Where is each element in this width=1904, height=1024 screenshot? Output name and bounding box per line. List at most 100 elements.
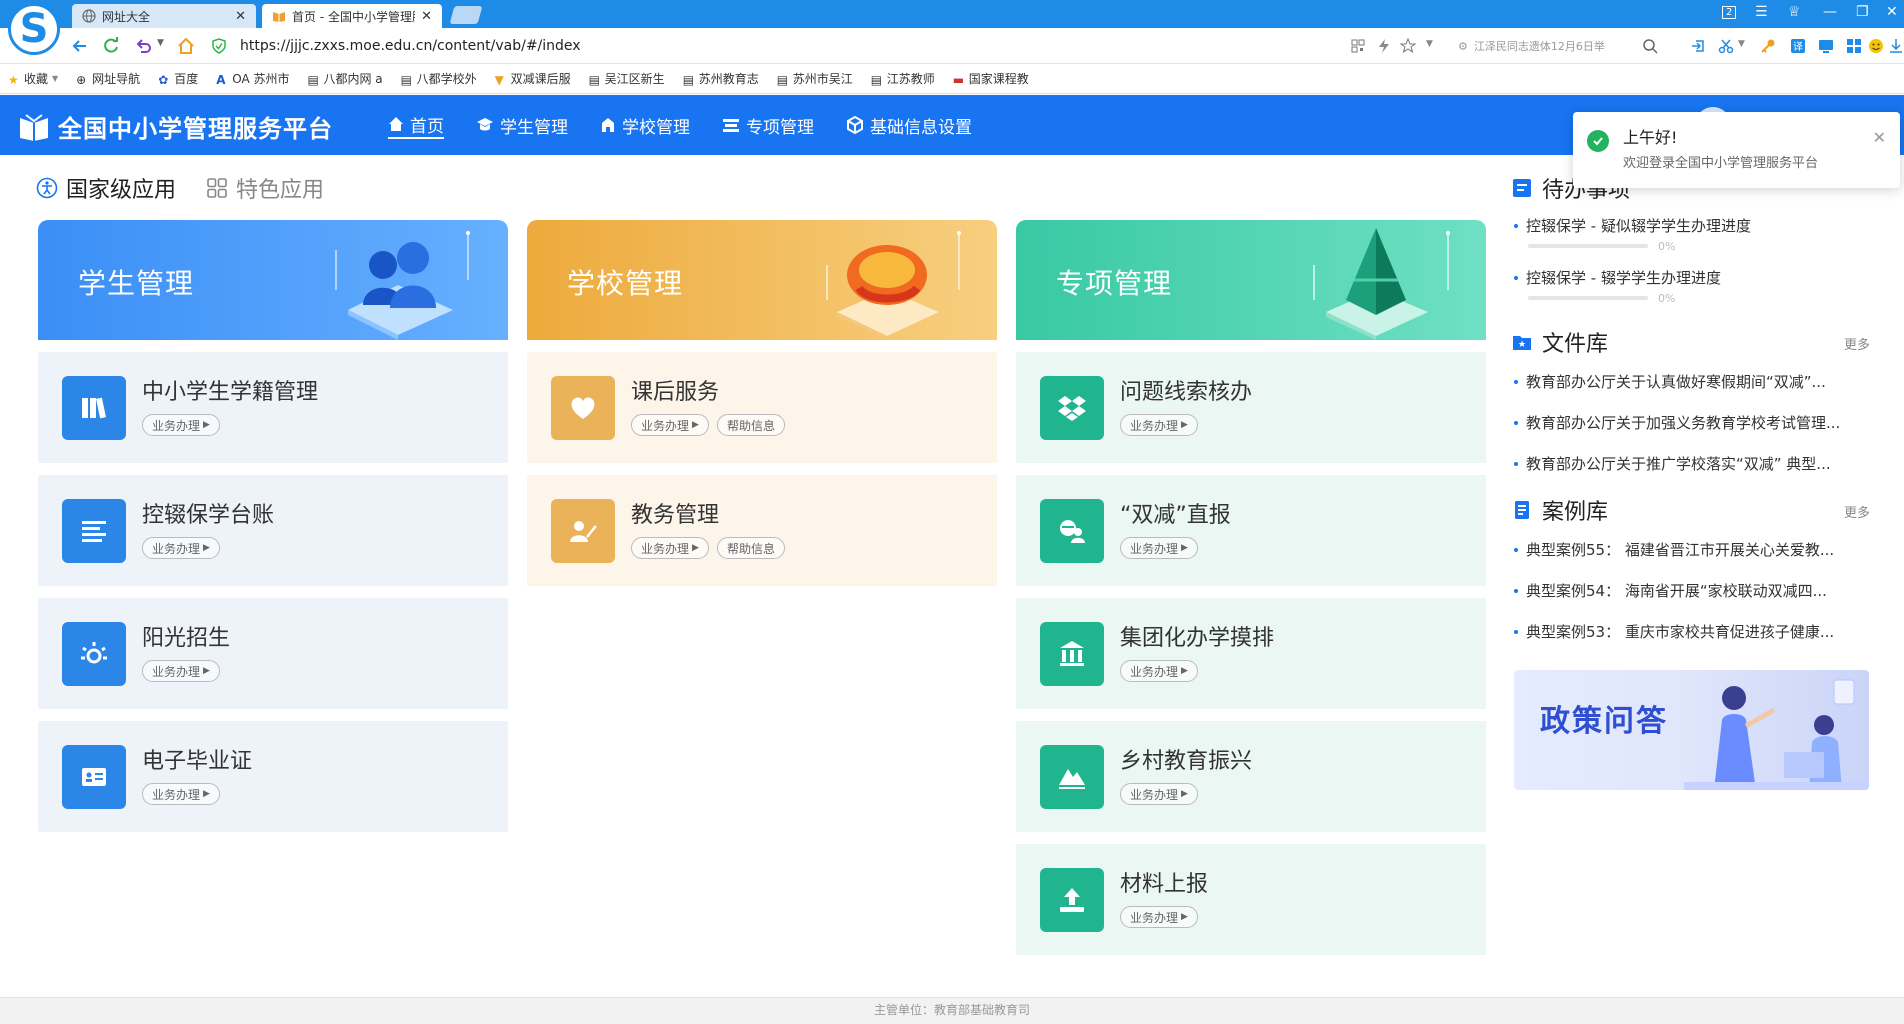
app-card-student-status[interactable]: 中小学生学籍管理 业务办理 ▶: [38, 352, 508, 463]
download-icon[interactable]: [1888, 38, 1904, 54]
file-item[interactable]: 教育部办公厅关于加强义务教育学校考试管理...: [1512, 413, 1870, 433]
bookmark-item[interactable]: ▤ 苏州教育志: [683, 70, 759, 87]
browser-tab-home[interactable]: 首页 - 全国中小学管理服 ✕: [262, 4, 442, 28]
bookmark-item[interactable]: ▼ 双减课后服: [495, 70, 571, 87]
app-card-group-school-survey[interactable]: 集团化办学摸排 业务办理 ▶: [1016, 598, 1486, 709]
student-management-banner[interactable]: 学生管理: [38, 220, 508, 340]
nav-home[interactable]: 首页: [388, 111, 444, 139]
todo-item[interactable]: 控辍保学 - 疑似辍学学生办理进度 0%: [1512, 216, 1870, 254]
app-card-double-reduction-report[interactable]: “双减”直报 业务办理 ▶: [1016, 475, 1486, 586]
app-card-e-diploma[interactable]: 电子毕业证 业务办理 ▶: [38, 721, 508, 832]
screen-icon[interactable]: [1818, 38, 1834, 54]
business-handle-button[interactable]: 业务办理 ▶: [142, 783, 220, 805]
caret-right-icon: ▶: [203, 420, 210, 430]
smiley-icon[interactable]: [1868, 38, 1884, 54]
case-item[interactable]: 典型案例55： 福建省晋江市开展关心关爱教...: [1512, 540, 1870, 560]
close-tab-icon[interactable]: ✕: [235, 9, 246, 24]
business-handle-button[interactable]: 业务办理 ▶: [1120, 414, 1198, 436]
bookmark-item[interactable]: ▤ 江苏教师: [871, 70, 935, 87]
bookmark-item[interactable]: A OA 苏州市: [216, 70, 289, 87]
business-handle-button[interactable]: 业务办理 ▶: [631, 537, 709, 559]
back-icon[interactable]: [70, 36, 90, 56]
special-management-banner[interactable]: 专项管理: [1016, 220, 1486, 340]
bookmark-favorites[interactable]: ★ 收藏 ▼: [8, 70, 58, 87]
undo-icon[interactable]: [133, 36, 153, 56]
app-card-sunshine-enrollment[interactable]: 阳光招生 业务办理 ▶: [38, 598, 508, 709]
help-info-button[interactable]: 帮助信息: [716, 414, 785, 436]
progress-bar: 0%: [1528, 290, 1870, 306]
case-item[interactable]: 典型案例53： 重庆市家校共育促进孩子健康...: [1512, 622, 1870, 642]
bookmark-item[interactable]: ▤ 八都内网 a: [307, 70, 382, 87]
refresh-icon[interactable]: [101, 36, 121, 56]
help-info-button[interactable]: 帮助信息: [716, 537, 785, 559]
undo-dropdown-icon[interactable]: ▼: [157, 38, 164, 48]
app-card-rural-education[interactable]: 乡村教育振兴 业务办理 ▶: [1016, 721, 1486, 832]
browser-logo-icon[interactable]: S: [8, 3, 60, 55]
business-handle-button[interactable]: 业务办理 ▶: [142, 414, 220, 436]
grid-apps-icon[interactable]: [1846, 38, 1862, 54]
case-item[interactable]: 典型案例54： 海南省开展“家校联动双减四...: [1512, 581, 1870, 601]
close-toast-icon[interactable]: ✕: [1873, 128, 1886, 147]
todo-item-text[interactable]: 控辍保学 - 辍学学生办理进度: [1512, 268, 1870, 288]
files-more-link[interactable]: 更多: [1844, 334, 1870, 353]
business-handle-button[interactable]: 业务办理 ▶: [1120, 906, 1198, 928]
school-management-banner[interactable]: 学校管理: [527, 220, 997, 340]
app-icon: [1040, 376, 1104, 440]
bookmark-item[interactable]: ▤ 吴江区新生: [589, 70, 665, 87]
nav-special[interactable]: 专项管理: [722, 111, 814, 139]
new-tab-button[interactable]: [449, 6, 483, 24]
app-card-after-school[interactable]: 课后服务 业务办理 ▶ 帮助信息: [527, 352, 997, 463]
app-card-clue-verification[interactable]: 问题线索核办 业务办理 ▶: [1016, 352, 1486, 463]
todo-item[interactable]: 控辍保学 - 辍学学生办理进度 0%: [1512, 268, 1870, 306]
file-item[interactable]: 教育部办公厅关于推广学校落实“双减” 典型...: [1512, 454, 1870, 474]
bookmark-item[interactable]: ⊕ 网址导航: [76, 70, 140, 87]
login-icon[interactable]: [1690, 38, 1706, 54]
business-handle-button[interactable]: 业务办理 ▶: [142, 660, 220, 682]
business-handle-button[interactable]: 业务办理 ▶: [1120, 783, 1198, 805]
search-icon[interactable]: [1642, 38, 1658, 54]
minimize-icon[interactable]: —: [1823, 4, 1837, 20]
tab-featured-apps[interactable]: 特色应用: [206, 172, 324, 204]
todo-item-text[interactable]: 控辍保学 - 疑似辍学学生办理进度: [1512, 216, 1870, 236]
bookmark-item[interactable]: ▬ 国家课程教: [953, 70, 1029, 87]
app-card-dropout-ledger[interactable]: 控辍保学台账 业务办理 ▶: [38, 475, 508, 586]
nav-school[interactable]: 学校管理: [600, 111, 690, 139]
skin-icon[interactable]: ♕: [1788, 4, 1801, 20]
menu-icon[interactable]: ☰: [1755, 4, 1768, 20]
button-label: 业务办理: [1130, 910, 1179, 925]
dropdown-icon[interactable]: ▼: [1738, 39, 1745, 49]
home-icon[interactable]: [176, 36, 196, 56]
scissors-icon[interactable]: [1718, 38, 1734, 54]
lightning-icon[interactable]: [1376, 38, 1392, 54]
bookmark-item[interactable]: ▤ 苏州市吴江: [777, 70, 853, 87]
cases-more-link[interactable]: 更多: [1844, 502, 1870, 521]
translate-icon[interactable]: 译: [1790, 38, 1806, 54]
tab-national-apps[interactable]: 国家级应用: [36, 172, 176, 204]
bookmark-label: 苏州教育志: [698, 72, 759, 86]
page-icon: ▤: [400, 72, 412, 87]
business-handle-button[interactable]: 业务办理 ▶: [1120, 660, 1198, 682]
close-tab-icon[interactable]: ✕: [421, 9, 432, 24]
bookmark-item[interactable]: ✿ 百度: [158, 70, 198, 87]
page-icon: ▤: [776, 72, 789, 87]
app-card-academic-affairs[interactable]: 教务管理 业务办理 ▶ 帮助信息: [527, 475, 997, 586]
nav-basic-settings[interactable]: 基础信息设置: [846, 111, 972, 139]
business-handle-button[interactable]: 业务办理 ▶: [1120, 537, 1198, 559]
policy-qa-banner[interactable]: 政策问答: [1514, 670, 1869, 790]
window-count-badge[interactable]: 2: [1722, 6, 1737, 19]
nav-student[interactable]: 学生管理: [476, 111, 568, 139]
business-handle-button[interactable]: 业务办理 ▶: [142, 537, 220, 559]
close-window-icon[interactable]: ✕: [1886, 4, 1898, 20]
app-card-material-submission[interactable]: 材料上报 业务办理 ▶: [1016, 844, 1486, 955]
key-icon[interactable]: [1760, 38, 1776, 54]
maximize-icon[interactable]: ❐: [1856, 4, 1869, 20]
file-item[interactable]: 教育部办公厅关于认真做好寒假期间“双减”...: [1512, 372, 1870, 392]
platform-brand[interactable]: 全国中小学管理服务平台: [18, 109, 333, 144]
qr-code-icon[interactable]: [1350, 38, 1366, 54]
star-icon[interactable]: [1400, 38, 1416, 54]
url-field[interactable]: https://jjjc.zxxs.moe.edu.cn/content/vab…: [212, 35, 1312, 57]
business-handle-button[interactable]: 业务办理 ▶: [631, 414, 709, 436]
dropdown-icon[interactable]: ▼: [1426, 39, 1433, 49]
browser-tab-sites[interactable]: 网址大全 ✕: [72, 4, 256, 28]
bookmark-item[interactable]: ▤ 八都学校外: [401, 70, 477, 87]
